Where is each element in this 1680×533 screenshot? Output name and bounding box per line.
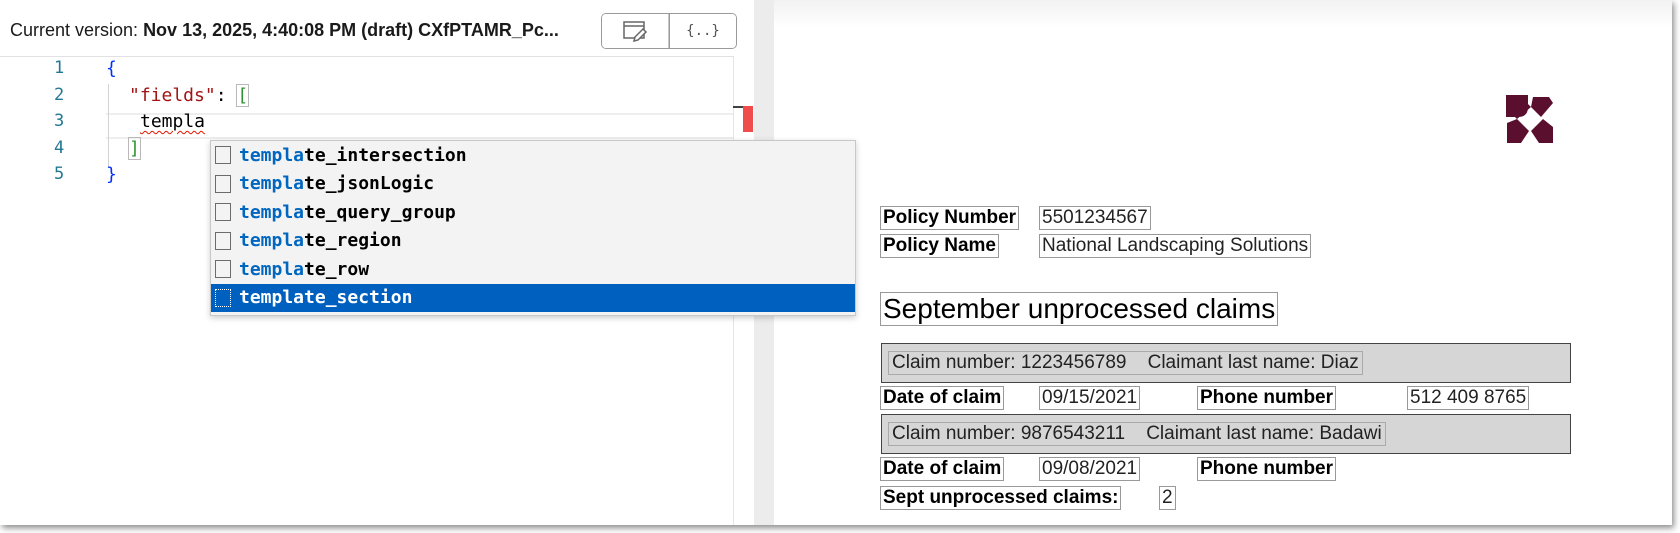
open-bracket: [: [236, 84, 250, 107]
suggestion-rest: te_section: [304, 287, 413, 309]
phone-number-label: Phone number: [1197, 386, 1337, 410]
suggestion-match: templa: [239, 201, 305, 223]
claim-header-box: Claim number: 9876543211 Claimant last n…: [881, 414, 1571, 454]
preview-top-shade: [774, 0, 1672, 28]
line-number-gutter: 1 2 3 4 5: [0, 56, 90, 525]
app-frame: Current version: Nov 13, 2025, 4:40:08 P…: [0, 0, 1672, 525]
indent-guide: [108, 84, 109, 168]
date-of-claim-label: Date of claim: [880, 386, 1005, 410]
editor-pane: Current version: Nov 13, 2025, 4:40:08 P…: [0, 0, 856, 525]
preview-view-button[interactable]: [602, 14, 669, 48]
date-of-claim-value: 09/15/2021: [1039, 386, 1141, 410]
property-icon: [215, 174, 231, 193]
property-icon: [215, 260, 231, 279]
suggestion-item[interactable]: templa te_jsonLogic: [211, 170, 855, 199]
property-icon: [215, 146, 231, 165]
line-number: 2: [54, 85, 65, 105]
date-of-claim-value: 09/08/2021: [1039, 457, 1141, 481]
curly-braces-icon: {..}: [686, 23, 720, 39]
suggestion-item[interactable]: templa te_intersection: [211, 141, 855, 170]
suggestion-rest: te_jsonLogic: [304, 173, 435, 195]
version-value: Nov 13, 2025, 4:40:08 PM (draft) CXfPTAM…: [143, 20, 559, 40]
policy-name-label: Policy Name: [880, 234, 999, 258]
code-line-2: "fields": [: [129, 84, 250, 107]
close-brace: }: [106, 164, 117, 185]
open-brace: {: [106, 58, 117, 79]
code-line-1: {: [106, 58, 117, 79]
line-number: 3: [54, 111, 65, 131]
fields-key: "fields": [129, 85, 216, 106]
summary-value: 2: [1159, 486, 1176, 510]
date-of-claim-label: Date of claim: [880, 457, 1005, 481]
close-bracket: ]: [128, 137, 141, 160]
error-ruler-marker: [743, 106, 753, 132]
suggestion-match: templa: [239, 230, 305, 252]
policy-number-label: Policy Number: [880, 206, 1020, 230]
version-label: Current version:: [10, 20, 144, 40]
suggestion-rest: te_region: [304, 230, 402, 252]
line-number: 5: [54, 164, 65, 184]
suggestion-rest: te_query_group: [304, 201, 456, 223]
line-number: 1: [54, 58, 65, 78]
suggestion-item[interactable]: templa te_region: [211, 227, 855, 256]
version-info: Current version: Nov 13, 2025, 4:40:08 P…: [10, 20, 600, 41]
suggestion-match: templa: [239, 287, 305, 309]
suggestion-rest: te_intersection: [304, 144, 467, 166]
cursor-ruler-marker: [733, 106, 743, 108]
json-view-button[interactable]: {..}: [669, 14, 736, 48]
property-icon: [215, 231, 231, 250]
suggestion-item-selected[interactable]: templa te_section: [211, 283, 855, 312]
colon: :: [215, 85, 238, 106]
claim-header-text: Claim number: 9876543211 Claimant last n…: [888, 422, 1386, 446]
phone-number-value: 512 409 8765: [1407, 386, 1530, 410]
autocomplete-widget: templa te_intersection templa te_jsonLogic…: [210, 140, 856, 316]
code-line-5: }: [106, 164, 117, 185]
suggestion-match: templa: [239, 173, 305, 195]
policy-number-value: 5501234567: [1039, 206, 1151, 230]
code-line-3: templa: [140, 111, 205, 132]
suggestion-item[interactable]: templa te_row: [211, 255, 855, 284]
version-bar: Current version: Nov 13, 2025, 4:40:08 P…: [0, 0, 754, 57]
suggestion-item[interactable]: templa te_query_group: [211, 198, 855, 227]
typed-text: templa: [140, 111, 206, 132]
claim-header-box: Claim number: 1223456789 Claimant last n…: [881, 343, 1571, 383]
suggestion-match: templa: [239, 258, 305, 280]
line-number: 4: [54, 138, 65, 158]
view-toggle: {..}: [601, 13, 737, 49]
policy-name-value: National Landscaping Solutions: [1039, 234, 1312, 258]
property-icon: [215, 288, 231, 307]
edit-window-icon: [623, 21, 648, 42]
document-preview: Policy Number 5501234567 Policy Name Nat…: [774, 0, 1672, 525]
property-icon: [215, 203, 231, 222]
summary-label: Sept unprocessed claims:: [880, 486, 1122, 510]
phone-number-label: Phone number: [1197, 457, 1337, 481]
claim-header-text: Claim number: 1223456789 Claimant last n…: [888, 351, 1363, 375]
suggestion-rest: te_row: [304, 258, 370, 280]
section-title: September unprocessed claims: [880, 292, 1279, 326]
suggestion-match: templa: [239, 144, 305, 166]
code-line-4: ]: [128, 137, 141, 160]
company-logo: [1506, 95, 1553, 143]
